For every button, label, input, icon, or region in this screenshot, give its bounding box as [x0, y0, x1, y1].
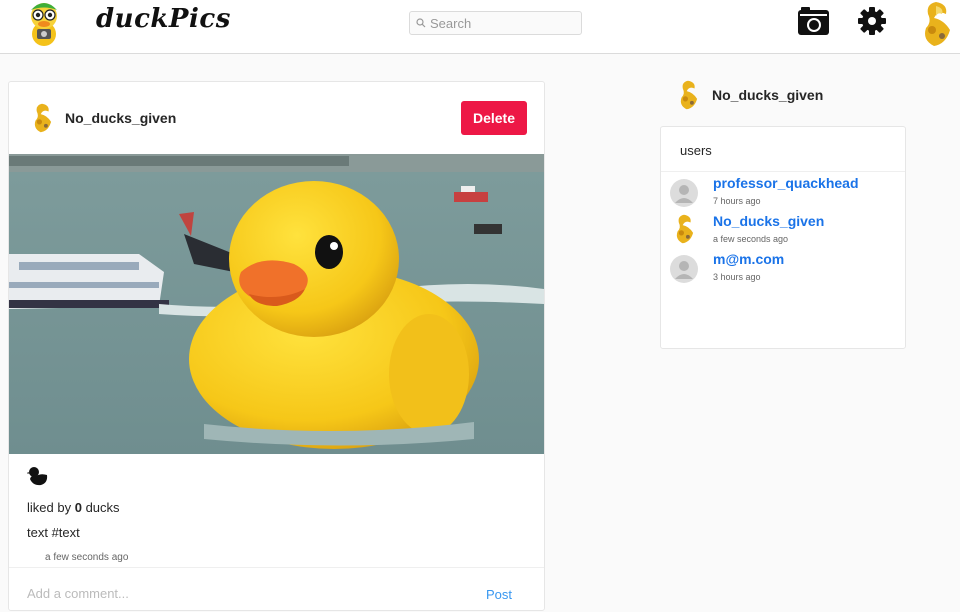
post-card: No_ducks_given Delete liked by 0 ducks t… — [8, 81, 545, 611]
sidebar-current-user-avatar[interactable] — [675, 79, 701, 111]
likes-prefix: liked by — [27, 500, 72, 515]
post-author-avatar[interactable] — [29, 102, 55, 134]
likes-number: 0 — [74, 500, 82, 515]
profile-avatar[interactable] — [916, 0, 956, 48]
user-list-item[interactable]: No_ducks_given a few seconds ago — [661, 213, 905, 251]
user-last-active: 3 hours ago — [713, 272, 761, 282]
search-input[interactable] — [430, 14, 578, 32]
comment-input[interactable] — [27, 582, 447, 604]
brand-title[interactable]: duckPics — [96, 4, 231, 34]
user-last-active: a few seconds ago — [713, 234, 789, 244]
users-panel: users professor_quackhead 7 hours ago No… — [660, 126, 906, 349]
default-avatar-icon[interactable] — [670, 179, 698, 207]
user-name-link[interactable]: No_ducks_given — [713, 213, 824, 229]
search-icon — [416, 18, 426, 28]
duck-avatar-icon[interactable] — [671, 213, 697, 245]
sidebar-current-user-name[interactable]: No_ducks_given — [712, 87, 823, 103]
default-avatar-icon[interactable] — [670, 255, 698, 283]
user-name-link[interactable]: professor_quackhead — [713, 175, 859, 191]
user-list-item[interactable]: professor_quackhead 7 hours ago — [661, 175, 905, 213]
users-panel-title: users — [680, 143, 712, 158]
camera-icon[interactable] — [797, 6, 830, 36]
user-name-link[interactable]: m@m.com — [713, 251, 784, 267]
top-navbar: duckPics — [0, 0, 960, 54]
post-photo[interactable] — [9, 154, 544, 454]
user-list-item[interactable]: m@m.com 3 hours ago — [661, 251, 905, 289]
post-caption: text #text — [27, 525, 80, 540]
post-author-name[interactable]: No_ducks_given — [65, 110, 176, 126]
duck-like-icon[interactable] — [27, 465, 49, 487]
search-box[interactable] — [409, 11, 582, 35]
duck-logo-icon[interactable] — [24, 0, 64, 48]
comment-form: Post — [9, 567, 544, 612]
divider — [661, 171, 905, 172]
post-timestamp: a few seconds ago — [45, 552, 129, 563]
user-last-active: 7 hours ago — [713, 196, 761, 206]
gear-icon[interactable] — [857, 6, 887, 36]
delete-button[interactable]: Delete — [461, 101, 527, 135]
likes-count: liked by 0 ducks — [27, 500, 120, 515]
likes-suffix: ducks — [85, 500, 120, 515]
